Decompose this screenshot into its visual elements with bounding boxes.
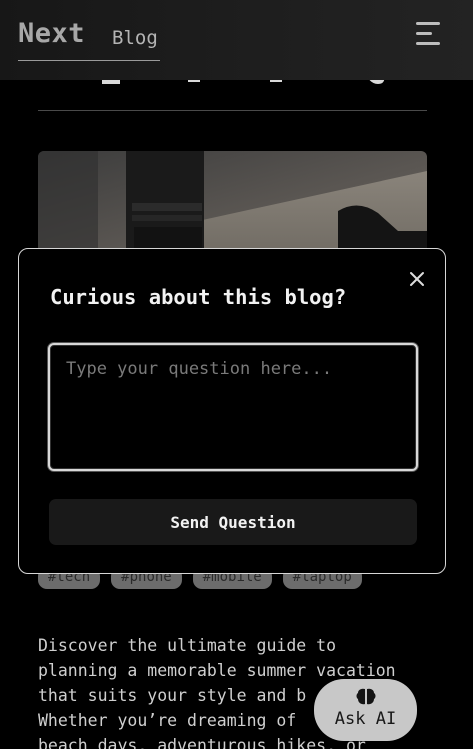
page: Next Blog #tech #phone #mobile #laptop D… — [0, 0, 473, 749]
ask-question-modal: Curious about this blog? Send Question — [18, 248, 446, 574]
site-header: Next Blog — [0, 0, 473, 80]
site-logo-link[interactable]: Next Blog — [18, 18, 160, 61]
send-question-button[interactable]: Send Question — [49, 499, 417, 545]
close-icon[interactable] — [407, 269, 427, 289]
hamburger-menu-icon[interactable] — [414, 21, 442, 47]
brain-icon — [355, 687, 377, 707]
ask-ai-label: Ask AI — [334, 709, 397, 729]
modal-title: Curious about this blog? — [50, 285, 347, 309]
title-divider — [38, 110, 427, 111]
question-input[interactable] — [48, 343, 418, 471]
brand-subtitle: Blog — [112, 27, 158, 49]
ask-ai-button[interactable]: Ask AI — [314, 679, 417, 741]
brand-name: Next — [18, 18, 86, 49]
article-hero-image — [38, 151, 427, 261]
excerpt-line: Discover the ultimate guide to — [38, 636, 337, 655]
